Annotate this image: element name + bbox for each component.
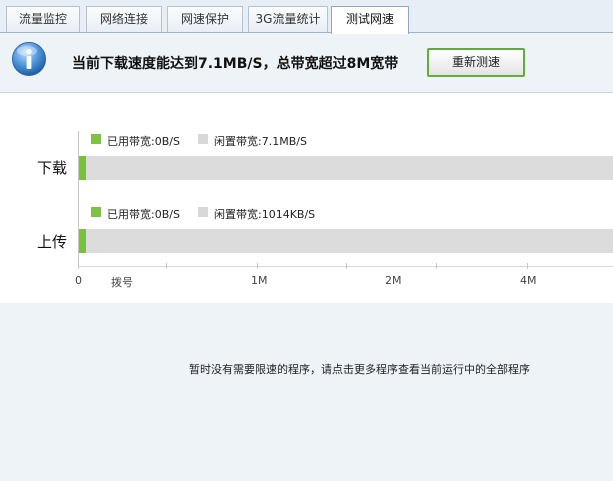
download-used-bar	[79, 156, 86, 180]
tab-speed-test[interactable]: 测试网速	[331, 6, 409, 34]
x-tick	[527, 263, 528, 269]
legend-swatch-used	[91, 134, 101, 144]
legend-used-upload: 已用带宽:0B/S	[107, 208, 180, 221]
x-tick	[257, 263, 258, 269]
upload-idle-bar	[79, 229, 613, 253]
upload-label: 上传	[37, 233, 68, 251]
x-tick	[436, 263, 437, 269]
legend-used-download: 已用带宽:0B/S	[107, 135, 180, 148]
legend-swatch-used	[91, 207, 101, 217]
x-tick	[166, 263, 167, 269]
x-tick-label: 拨号	[111, 276, 133, 289]
x-tick-label: 2M	[385, 274, 402, 287]
retest-button[interactable]: 重新测速	[427, 48, 525, 77]
x-tick	[346, 263, 347, 269]
bandwidth-chart: 已用带宽:0B/S 闲置带宽:7.1MB/S 下载 已用带宽:0B/S 闲置带宽…	[0, 93, 613, 303]
tab-network-connections[interactable]: 网络连接	[86, 6, 162, 32]
tab-3g-traffic-stats[interactable]: 3G流量统计	[248, 6, 328, 32]
legend-swatch-idle	[198, 134, 208, 144]
download-idle-bar	[79, 156, 613, 180]
legend-swatch-idle	[198, 207, 208, 217]
x-tick	[78, 263, 79, 269]
result-banner: 当前下载速度能达到7.1MB/S，总带宽超过8M宽带 重新测速	[0, 33, 613, 93]
tab-bar: 流量监控 网络连接 网速保护 3G流量统计 测试网速	[0, 0, 613, 34]
download-label: 下载	[37, 159, 68, 177]
x-tick-label: 0	[75, 274, 82, 287]
legend-idle-download: 闲置带宽:7.1MB/S	[214, 135, 307, 148]
tab-speed-protection[interactable]: 网速保护	[167, 6, 243, 32]
upload-used-bar	[79, 229, 86, 253]
empty-process-message: 暂时没有需要限速的程序，请点击更多程序查看当前运行中的全部程序	[189, 363, 530, 376]
info-icon	[12, 42, 46, 76]
x-tick-label: 4M	[520, 274, 537, 287]
speed-result-message: 当前下载速度能达到7.1MB/S，总带宽超过8M宽带	[72, 56, 399, 72]
process-list-panel: 暂时没有需要限速的程序，请点击更多程序查看当前运行中的全部程序	[0, 303, 613, 481]
x-tick-label: 1M	[251, 274, 268, 287]
tab-traffic-monitor[interactable]: 流量监控	[6, 6, 80, 32]
legend-idle-upload: 闲置带宽:1014KB/S	[214, 208, 316, 221]
